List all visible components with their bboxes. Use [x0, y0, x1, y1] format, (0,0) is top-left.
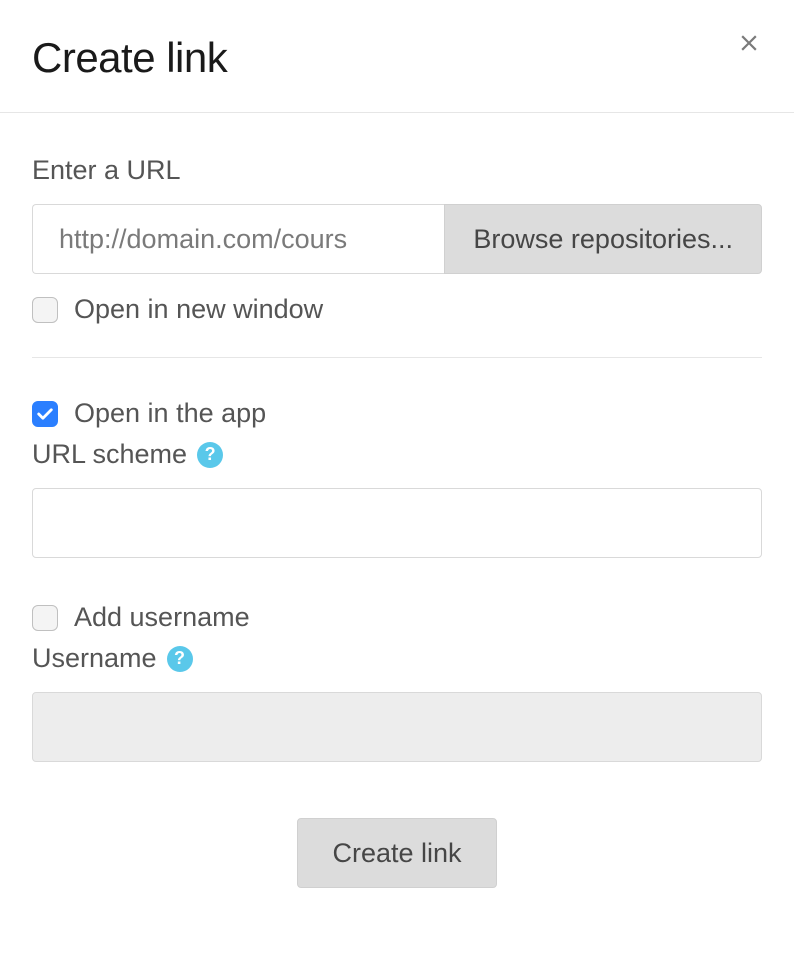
modal-body: Enter a URL Browse repositories... Open …	[0, 113, 794, 908]
add-username-row: Add username	[32, 602, 762, 633]
check-icon	[36, 407, 54, 421]
add-username-label[interactable]: Add username	[74, 602, 250, 633]
open-new-window-label[interactable]: Open in new window	[74, 294, 323, 325]
username-input	[32, 692, 762, 762]
username-label: Username	[32, 643, 157, 674]
url-input[interactable]	[32, 204, 444, 274]
url-scheme-label-row: URL scheme ?	[32, 439, 762, 470]
create-link-modal: Create link Enter a URL Browse repositor…	[0, 0, 794, 970]
open-new-window-row: Open in new window	[32, 294, 762, 325]
modal-title: Create link	[32, 34, 227, 82]
open-in-app-checkbox[interactable]	[32, 401, 58, 427]
url-scheme-label: URL scheme	[32, 439, 187, 470]
url-input-row: Browse repositories...	[32, 204, 762, 274]
help-icon[interactable]: ?	[197, 442, 223, 468]
close-icon	[736, 30, 762, 56]
modal-footer: Create link	[32, 818, 762, 888]
section-divider	[32, 357, 762, 358]
url-scheme-input[interactable]	[32, 488, 762, 558]
create-link-button[interactable]: Create link	[297, 818, 496, 888]
open-in-app-row: Open in the app	[32, 398, 762, 429]
close-button[interactable]	[736, 28, 762, 62]
browse-repositories-button[interactable]: Browse repositories...	[444, 204, 762, 274]
username-label-row: Username ?	[32, 643, 762, 674]
help-icon[interactable]: ?	[167, 646, 193, 672]
add-username-checkbox[interactable]	[32, 605, 58, 631]
url-label: Enter a URL	[32, 155, 762, 186]
open-in-app-label[interactable]: Open in the app	[74, 398, 266, 429]
modal-header: Create link	[0, 0, 794, 113]
open-new-window-checkbox[interactable]	[32, 297, 58, 323]
